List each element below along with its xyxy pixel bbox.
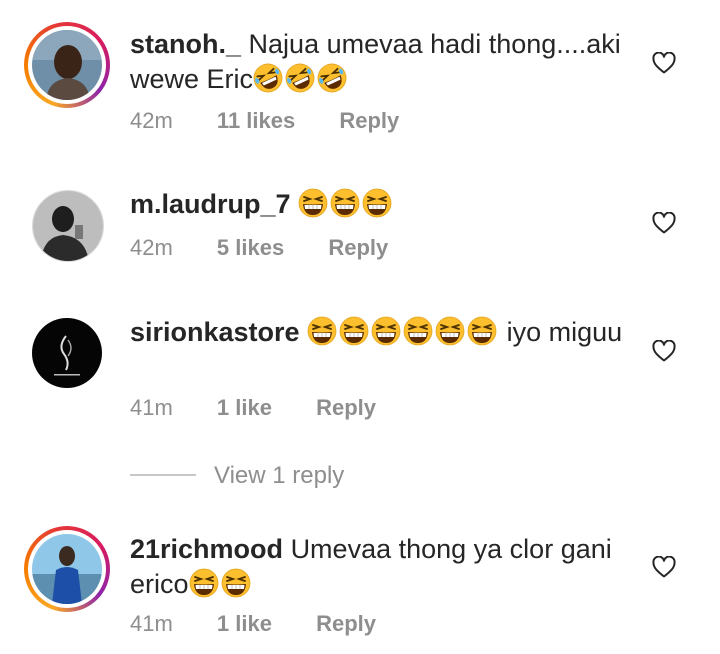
reply-button[interactable]: Reply <box>316 611 376 636</box>
likes-count[interactable]: 11 likes <box>217 108 295 133</box>
reply-button[interactable]: Reply <box>328 235 388 260</box>
heart-icon[interactable] <box>652 556 676 578</box>
comment-meta: 42m 5 likes Reply <box>130 235 426 261</box>
view-replies-label[interactable]: View 1 reply <box>214 462 344 490</box>
comment-body: stanoh._ Najua umevaa hadi thong....aki … <box>130 27 640 97</box>
username[interactable]: m.laudrup_7 <box>130 189 291 219</box>
avatar-container[interactable] <box>24 310 110 396</box>
emoji-group <box>307 317 499 347</box>
grin-emoji-icon <box>307 316 337 346</box>
avatar <box>32 30 102 100</box>
heart-icon[interactable] <box>652 340 676 362</box>
comment-meta: 41m 1 like Reply <box>130 395 414 421</box>
grin-emoji-icon <box>362 188 392 218</box>
rofl-emoji-icon <box>285 63 315 93</box>
reply-button[interactable]: Reply <box>316 395 376 420</box>
divider-line <box>130 474 196 476</box>
likes-count[interactable]: 1 like <box>217 395 272 420</box>
reply-button[interactable]: Reply <box>339 108 399 133</box>
heart-icon[interactable] <box>652 52 676 74</box>
grin-emoji-icon <box>221 568 251 598</box>
timestamp: 42m <box>130 108 173 133</box>
comment-text: iyo miguu <box>506 317 623 347</box>
grin-emoji-icon <box>330 188 360 218</box>
heart-icon[interactable] <box>652 212 676 234</box>
comment-body: m.laudrup_7 <box>130 187 640 222</box>
username[interactable]: stanoh._ <box>130 29 241 59</box>
username[interactable]: sirionkastore <box>130 317 300 347</box>
grin-emoji-icon <box>371 316 401 346</box>
likes-count[interactable]: 1 like <box>217 611 272 636</box>
timestamp: 42m <box>130 235 173 260</box>
grin-emoji-icon <box>467 316 497 346</box>
rofl-emoji-icon <box>253 63 283 93</box>
avatar-container[interactable] <box>24 182 110 268</box>
comment-meta: 42m 11 likes Reply <box>130 108 437 134</box>
grin-emoji-icon <box>189 568 219 598</box>
avatar <box>32 534 102 604</box>
emoji-group <box>253 64 349 94</box>
story-avatar[interactable] <box>24 22 110 108</box>
comment-body: 21richmood Umevaa thong ya clor gani eri… <box>130 532 640 602</box>
emoji-group <box>189 569 253 599</box>
username[interactable]: 21richmood <box>130 534 283 564</box>
grin-emoji-icon <box>435 316 465 346</box>
likes-count[interactable]: 5 likes <box>217 235 284 260</box>
avatar <box>32 190 104 262</box>
emoji-group <box>298 189 394 219</box>
comment-body: sirionkastore iyo miguu <box>130 315 640 350</box>
grin-emoji-icon <box>403 316 433 346</box>
avatar <box>32 318 102 388</box>
grin-emoji-icon <box>339 316 369 346</box>
comment-meta: 41m 1 like Reply <box>130 611 414 637</box>
timestamp: 41m <box>130 611 173 636</box>
rofl-emoji-icon <box>317 63 347 93</box>
timestamp: 41m <box>130 395 173 420</box>
grin-emoji-icon <box>298 188 328 218</box>
story-avatar[interactable] <box>24 526 110 612</box>
